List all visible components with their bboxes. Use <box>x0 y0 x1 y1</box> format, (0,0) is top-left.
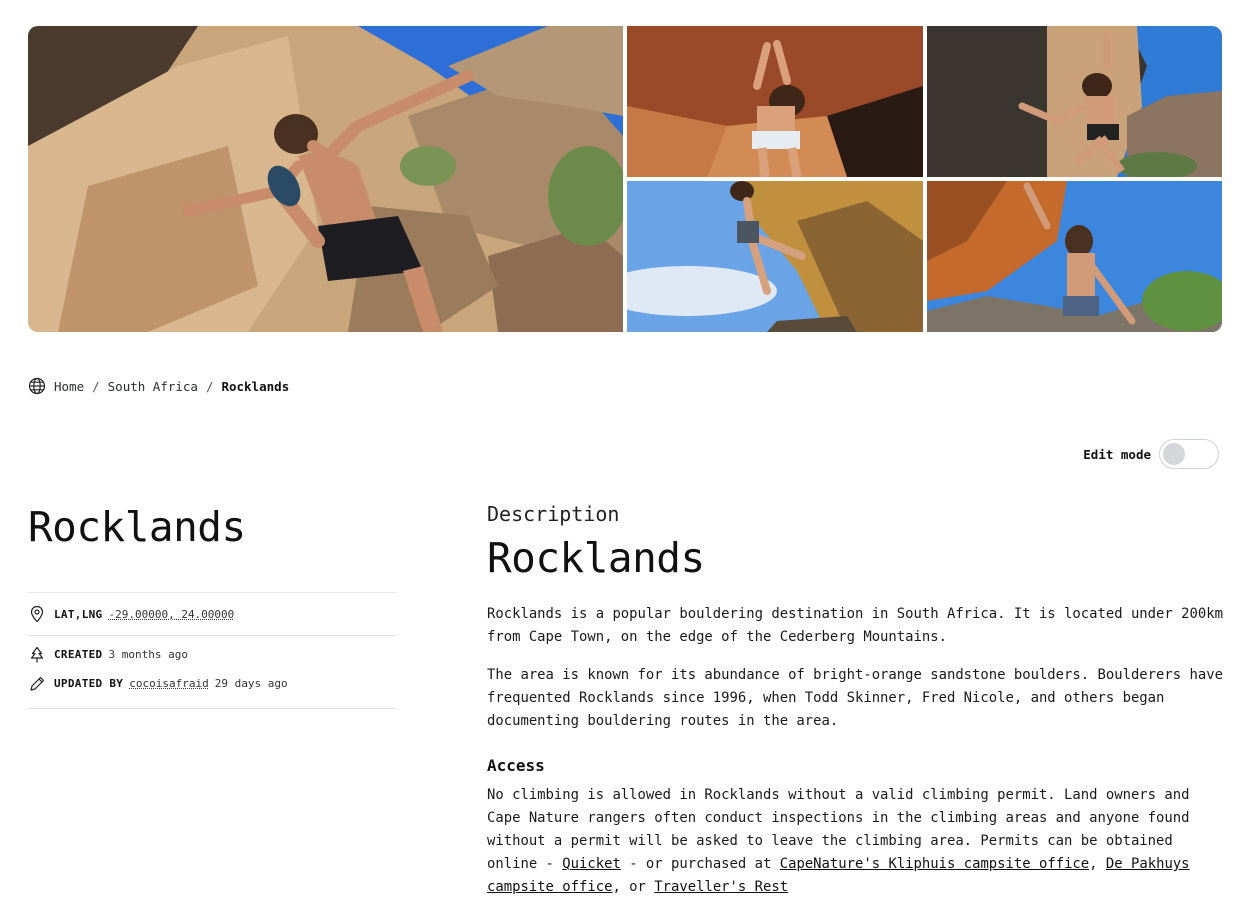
updated-by-user-link[interactable]: cocoisafraid <box>129 677 208 690</box>
area-metadata: LAT,LNG -29.00000, 24.00000 CREATED 3 mo… <box>28 592 396 709</box>
travellers-rest-link[interactable]: Traveller's Rest <box>654 879 788 895</box>
coordinates-label: LAT,LNG <box>54 607 103 621</box>
pencil-icon <box>28 675 46 693</box>
description-section: Description Rocklands Rocklands is a pop… <box>487 502 1227 899</box>
breadcrumb-separator: / <box>205 378 214 394</box>
climber-photo-3 <box>927 26 1222 177</box>
climber-photo-2 <box>627 26 923 177</box>
updated-by-label: UPDATED BY <box>54 677 124 690</box>
map-pin-icon <box>28 605 46 623</box>
breadcrumb-south-africa-link[interactable]: South Africa <box>108 379 198 394</box>
updated-value: 29 days ago <box>214 677 288 690</box>
kliphuis-office-link[interactable]: CapeNature's Kliphuis campsite office <box>780 856 1089 872</box>
divider <box>28 635 396 636</box>
description-paragraph: The area is known for its abundance of b… <box>487 667 1223 729</box>
updated-row: UPDATED BY cocoisafraid 29 days ago <box>28 669 396 698</box>
globe-icon <box>28 377 46 395</box>
created-row: CREATED 3 months ago <box>28 640 396 669</box>
created-label: CREATED <box>54 648 103 661</box>
climber-photo-4 <box>627 181 923 332</box>
gallery-photo-2[interactable] <box>627 26 923 177</box>
coordinates-row: LAT,LNG -29.00000, 24.00000 <box>28 593 396 635</box>
coordinates-value[interactable]: -29.00000, 24.00000 <box>108 608 234 621</box>
breadcrumb-current: Rocklands <box>221 378 290 394</box>
climber-photo-5 <box>927 181 1222 332</box>
breadcrumb-separator: / <box>92 378 100 394</box>
edit-mode-control: Edit mode <box>1083 439 1219 469</box>
description-kicker: Description <box>487 502 620 526</box>
photo-gallery <box>28 26 1222 332</box>
quicket-link[interactable]: Quicket <box>562 856 621 872</box>
divider <box>28 708 396 709</box>
breadcrumb-home-link[interactable]: Home <box>54 379 84 394</box>
description-paragraph: Rocklands is a popular bouldering destin… <box>487 606 1223 645</box>
gallery-photo-5[interactable] <box>927 181 1222 332</box>
description-heading: Rocklands <box>487 534 705 582</box>
access-text: , <box>1089 856 1106 872</box>
access-paragraph: No climbing is allowed in Rocklands with… <box>487 784 1227 899</box>
gallery-photo-main[interactable] <box>28 26 623 332</box>
toggle-knob <box>1163 443 1185 465</box>
created-value: 3 months ago <box>108 648 188 661</box>
access-text: - or purchased at <box>620 856 780 872</box>
edit-mode-label: Edit mode <box>1083 446 1151 462</box>
breadcrumb: Home / South Africa / Rocklands <box>28 376 289 396</box>
edit-mode-toggle[interactable] <box>1159 439 1219 469</box>
tree-icon <box>28 646 46 664</box>
area-title: Rocklands <box>28 503 246 551</box>
gallery-photo-4[interactable] <box>627 181 923 332</box>
gallery-photo-3[interactable] <box>927 26 1222 177</box>
access-heading: Access <box>487 756 545 775</box>
climber-main-photo <box>28 26 623 332</box>
access-text: , or <box>612 879 655 895</box>
